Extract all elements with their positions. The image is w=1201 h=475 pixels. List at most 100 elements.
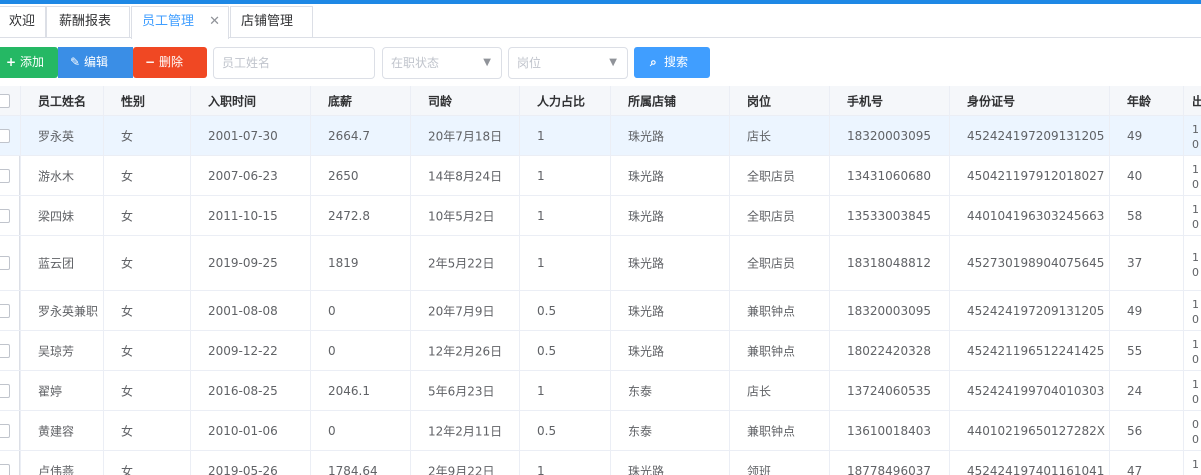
column-header-tail[interactable]: 出 (1183, 86, 1201, 115)
cell-value: 珠光路 (628, 169, 665, 183)
row-select-cell (0, 291, 20, 330)
search-button[interactable]: ⌕ 搜索 (634, 47, 710, 78)
cell-hire-date: 2001-08-08 (190, 291, 310, 330)
table-row[interactable]: 游水木 女 2007-06-23 2650 14年8月24日 1 珠光路 全职店员 134310… (0, 156, 1201, 196)
cell-gender: 女 (103, 331, 190, 370)
cell-store: 珠光路 (610, 291, 729, 330)
cell-value: 20年7月9日 (428, 304, 495, 318)
column-header-gender[interactable]: 性别 (103, 86, 190, 115)
employee-name-input[interactable]: 员工姓名 (213, 47, 375, 79)
table-row[interactable]: 梁四妹 女 2011-10-15 2472.8 10年5月2日 1 珠光路 全职店员 13533… (0, 196, 1201, 236)
cell-tail: 10 (1183, 291, 1201, 330)
cell-value: 0 (1192, 313, 1199, 326)
cell-value: 女 (121, 304, 134, 318)
table-header-row: 员工姓名 性别 入职时间 底薪 司龄 人力占比 所属店铺 岗位 手机号 身份证号 年龄 出 (0, 86, 1201, 116)
employment-status-select[interactable]: 在职状态 ▼ (382, 47, 502, 79)
row-select-cell (0, 236, 20, 290)
table-row[interactable]: 罗永英兼职 女 2001-08-08 0 20年7月9日 0.5 珠光路 兼职钟点 183200… (0, 291, 1201, 331)
row-checkbox[interactable] (0, 423, 10, 438)
cell-value: 女 (121, 129, 134, 143)
minus-icon: − (145, 55, 156, 69)
table-row[interactable]: 蓝云团 女 2019-09-25 1819 2年5月22日 1 珠光路 全职店员 1831804… (0, 236, 1201, 291)
column-header-phone[interactable]: 手机号 (829, 86, 949, 115)
table-row[interactable]: 吴琼芳 女 2009-12-22 0 12年2月26日 0.5 珠光路 兼职钟点 1802242… (0, 331, 1201, 371)
cell-value: 40 (1127, 168, 1143, 183)
cell-id-number: 452421196512241425 (949, 331, 1109, 370)
cell-value: 20年7月18日 (428, 129, 503, 143)
column-header-label: 出 (1192, 92, 1201, 109)
cell-value: 450421197912018027 (967, 168, 1105, 183)
cell-value: 罗永英 (38, 129, 75, 143)
row-checkbox[interactable] (0, 303, 10, 318)
close-icon[interactable]: ✕ (209, 7, 220, 37)
cell-labor-ratio: 0.5 (519, 411, 610, 450)
cell-base-salary: 0 (310, 331, 410, 370)
column-header-name[interactable]: 员工姓名 (20, 86, 103, 115)
edit-button-label: 编辑 (84, 55, 109, 69)
position-select[interactable]: 岗位 ▼ (508, 47, 628, 79)
search-button-label: 搜索 (664, 55, 689, 69)
table-row[interactable]: 卢伟燕 女 2019-05-26 1784.64 2年9月22日 1 珠光路 领班 187784… (0, 451, 1201, 475)
cell-value: 452424197401161041 (967, 463, 1105, 475)
delete-button[interactable]: − 删除 (133, 47, 207, 78)
cell-value: 1 (1192, 378, 1199, 391)
cell-value: 1 (537, 128, 545, 143)
tab-label: 店铺管理 (241, 14, 294, 29)
cell-value: 452424197209131205 (967, 303, 1105, 318)
cell-value: 1 (537, 463, 545, 475)
row-checkbox[interactable] (0, 383, 10, 398)
tab-employee-management[interactable]: 员工管理 ✕ (131, 6, 229, 39)
column-header-age[interactable]: 年龄 (1109, 86, 1183, 115)
cell-value: 14年8月24日 (428, 169, 503, 183)
cell-phone: 13724060535 (829, 371, 949, 410)
cell-value: 0 (328, 423, 336, 438)
row-checkbox[interactable] (0, 128, 10, 143)
cell-store: 东泰 (610, 371, 729, 410)
column-header-hire-date[interactable]: 入职时间 (190, 86, 310, 115)
select-all-checkbox[interactable] (0, 93, 10, 108)
cell-store: 东泰 (610, 411, 729, 450)
column-header-store[interactable]: 所属店铺 (610, 86, 729, 115)
column-header-id-number[interactable]: 身份证号 (949, 86, 1109, 115)
tab-salary-report[interactable]: 薪酬报表 (46, 6, 130, 37)
cell-hire-date: 2019-09-25 (190, 236, 310, 290)
cell-labor-ratio: 0.5 (519, 291, 610, 330)
row-checkbox[interactable] (0, 208, 10, 223)
cell-age: 47 (1109, 451, 1183, 475)
cell-store: 珠光路 (610, 156, 729, 195)
cell-position: 全职店员 (729, 156, 829, 195)
column-header-base-salary[interactable]: 底薪 (310, 86, 410, 115)
table-row[interactable]: 罗永英 女 2001-07-30 2664.7 20年7月18日 1 珠光路 店长 183200… (0, 116, 1201, 156)
cell-value: 2年9月22日 (428, 464, 495, 475)
cell-tail: 1 (1183, 451, 1201, 475)
cell-value: 兼职钟点 (747, 424, 796, 438)
cell-value: 女 (121, 424, 134, 438)
cell-age: 55 (1109, 331, 1183, 370)
cell-name: 罗永英 (20, 116, 103, 155)
cell-hire-date: 2016-08-25 (190, 371, 310, 410)
cell-hire-date: 2019-05-26 (190, 451, 310, 475)
row-checkbox[interactable] (0, 256, 10, 270)
table-row[interactable]: 黄建容 女 2010-01-06 0 12年2月11日 0.5 东泰 兼职钟点 13610018… (0, 411, 1201, 451)
cell-phone: 13431060680 (829, 156, 949, 195)
cell-hire-date: 2011-10-15 (190, 196, 310, 235)
cell-value: 18320003095 (847, 303, 931, 318)
row-checkbox[interactable] (0, 463, 10, 475)
cell-gender: 女 (103, 116, 190, 155)
cell-value: 兼职钟点 (747, 344, 796, 358)
tab-welcome[interactable]: 欢迎 (0, 6, 46, 37)
cell-value: 珠光路 (628, 304, 665, 318)
cell-name: 蓝云团 (20, 236, 103, 290)
column-header-position[interactable]: 岗位 (729, 86, 829, 115)
column-header-tenure[interactable]: 司龄 (410, 86, 519, 115)
table-row[interactable]: 翟婷 女 2016-08-25 2046.1 5年6月23日 1 东泰 店长 137240605… (0, 371, 1201, 411)
add-button[interactable]: + 添加 (0, 47, 58, 78)
row-checkbox[interactable] (0, 168, 10, 183)
tab-store-management[interactable]: 店铺管理 (230, 6, 313, 37)
cell-age: 49 (1109, 116, 1183, 155)
edit-button[interactable]: ✎ 编辑 (58, 47, 133, 78)
cell-name: 吴琼芳 (20, 331, 103, 370)
row-checkbox[interactable] (0, 343, 10, 358)
cell-value: 0 (1192, 433, 1199, 446)
column-header-labor-ratio[interactable]: 人力占比 (519, 86, 610, 115)
